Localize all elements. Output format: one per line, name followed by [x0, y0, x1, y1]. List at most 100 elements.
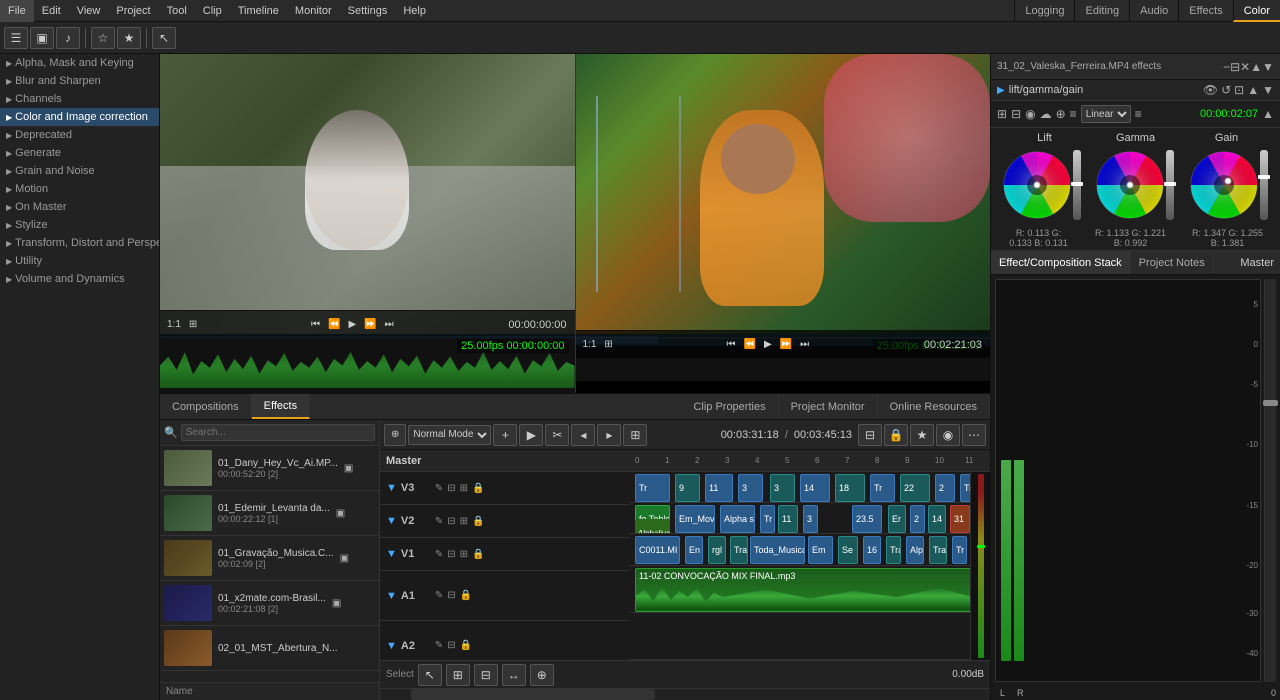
left-generate-item[interactable]: Generate — [0, 144, 159, 162]
v1-solo[interactable]: 🔒 — [472, 549, 484, 560]
tl-select-btn[interactable]: ↖ — [418, 664, 442, 686]
clip-v2-alpha[interactable]: Alphalive — [635, 519, 670, 534]
effect-eye-icon[interactable]: 👁 — [1203, 83, 1218, 97]
tl-btn-in[interactable]: ◂ — [571, 424, 595, 446]
a2-expand[interactable]: ▼ — [386, 640, 397, 652]
tab-project-monitor[interactable]: Project Monitor — [779, 394, 878, 419]
h-scrollbar[interactable] — [380, 688, 990, 700]
workspace-logging[interactable]: Logging — [1014, 0, 1074, 22]
prev-right-prev[interactable]: ⏪ — [741, 337, 759, 352]
menu-timeline[interactable]: Timeline — [230, 0, 287, 22]
clip-v1-em[interactable]: Em — [808, 536, 833, 564]
tl-btn-cut[interactable]: ✂ — [545, 424, 569, 446]
left-alpha-item[interactable]: Alpha, Mask and Keying — [0, 54, 159, 72]
effects-close-icon[interactable]: ✕ — [1240, 60, 1250, 74]
toolbar-monitor-btn[interactable]: ▣ — [30, 27, 54, 49]
tab-clip-monitor[interactable]: Clip Properties — [681, 394, 778, 419]
prev-left-play[interactable]: ▶ — [345, 317, 359, 332]
clip-item-2[interactable]: 01_Edemir_Levanta da... 00:00:22:12 [1] … — [160, 491, 379, 536]
v1-mute[interactable]: ⊞ — [460, 549, 468, 560]
clip-v1-c0011[interactable]: C0011.MI Fade in — [635, 536, 680, 564]
tl-btn-star[interactable]: ★ — [910, 424, 934, 446]
effect-up-icon[interactable]: ▲ — [1247, 83, 1259, 97]
clip-v1-tra[interactable]: Tra — [730, 536, 748, 564]
clip-v2-er[interactable]: Er — [888, 505, 906, 533]
clip-v1-se[interactable]: Se — [838, 536, 858, 564]
ec-tab-notes[interactable]: Project Notes — [1131, 251, 1214, 274]
clip-a1-main[interactable]: 11-02 CONVOCAÇÃO MIX FINAL.mp3 — [635, 568, 970, 612]
clip-v3-11[interactable]: Tr — [960, 474, 970, 502]
workspace-color[interactable]: Color — [1233, 0, 1280, 22]
left-blur-item[interactable]: Blur and Sharpen — [0, 72, 159, 90]
prev-left-skip-end[interactable]: ⏭ — [382, 317, 397, 332]
left-stylize-item[interactable]: Stylize — [0, 216, 159, 234]
clip-v1-alp[interactable]: Alp — [906, 536, 924, 564]
clip-item-4[interactable]: 01_x2mate.com-Brasil... 00:02:21:08 [2] … — [160, 581, 379, 626]
prev-right-ratio[interactable]: 1:1 — [580, 337, 600, 352]
track-v2-row[interactable]: fe Tehle Alphalive Em_Movime Alpha strob… — [630, 503, 970, 534]
effect-reset-icon[interactable]: ↺ — [1221, 83, 1231, 97]
clip-item-5[interactable]: 02_01_MST_Abertura_N... — [160, 626, 379, 671]
a1-mute[interactable]: ⊟ — [447, 590, 455, 601]
clip-v2-31[interactable]: 31 — [950, 505, 970, 533]
clip-v3-7[interactable]: 18 — [835, 474, 865, 502]
menu-clip[interactable]: Clip — [195, 0, 230, 22]
menu-project[interactable]: Project — [108, 0, 158, 22]
tl-normal-mode[interactable]: ⊕ — [384, 424, 406, 446]
v2-mute[interactable]: ⊞ — [460, 516, 468, 527]
prev-left-skip-start[interactable]: ⏮ — [308, 317, 323, 332]
a2-solo[interactable]: 🔒 — [460, 640, 472, 651]
toolbar-menu-btn[interactable]: ☰ — [4, 27, 28, 49]
left-channels-item[interactable]: Channels — [0, 90, 159, 108]
a1-expand[interactable]: ▼ — [386, 590, 397, 602]
v2-eye[interactable]: ⊟ — [447, 516, 455, 527]
tab-online-resources[interactable]: Online Resources — [878, 394, 990, 419]
track-v3-row[interactable]: Tr 9 11 3 3 14 18 Tr 22 2 Tr — [630, 472, 970, 503]
clip-v3-5[interactable]: 3 — [770, 474, 795, 502]
v3-mute[interactable]: ⊞ — [460, 483, 468, 494]
clip-v1-en[interactable]: En — [685, 536, 703, 564]
a1-lock[interactable]: ✎ — [435, 590, 443, 601]
tl-btn-out[interactable]: ▸ — [597, 424, 621, 446]
menu-tool[interactable]: Tool — [159, 0, 195, 22]
track-a2-row[interactable] — [630, 613, 970, 660]
clip-item-1[interactable]: 01_Dany_Hey_Vc_Ai.MP... 00:00:52:20 [2] … — [160, 446, 379, 491]
toolbar-star-filled-btn[interactable]: ★ — [117, 27, 141, 49]
v2-lock[interactable]: ✎ — [435, 516, 443, 527]
v1-eye[interactable]: ⊟ — [447, 549, 455, 560]
tl-slide-btn[interactable]: ↔ — [502, 664, 526, 686]
prev-right-btn1[interactable]: ⊞ — [601, 337, 615, 352]
tl-ripple-btn[interactable]: ⊞ — [446, 664, 470, 686]
a2-lock[interactable]: ✎ — [435, 640, 443, 651]
clip-v1-tra2[interactable]: Tra — [886, 536, 901, 564]
menu-help[interactable]: Help — [395, 0, 434, 22]
tab-compositions[interactable]: Compositions — [160, 394, 252, 419]
prev-left-btn1[interactable]: ⊞ — [186, 317, 200, 332]
left-volume-item[interactable]: Volume and Dynamics — [0, 270, 159, 288]
clip-v2-tr[interactable]: Tr — [760, 505, 775, 533]
tl-btn-more[interactable]: ⋯ — [962, 424, 986, 446]
tl-btn-grid[interactable]: ⊟ — [858, 424, 882, 446]
effects-grid-icon[interactable]: ⊟ — [1230, 60, 1240, 74]
left-deprecated-item[interactable]: Deprecated — [0, 126, 159, 144]
gain-slider[interactable] — [1260, 150, 1268, 220]
menu-file[interactable]: File — [0, 0, 34, 22]
v3-expand[interactable]: ▼ — [386, 482, 397, 494]
toolbar-star-btn[interactable]: ☆ — [91, 27, 115, 49]
prev-right-skip-start[interactable]: ⏮ — [724, 337, 739, 352]
clip-v1-16[interactable]: 16 — [863, 536, 881, 564]
timing-icon3[interactable]: ◉ — [1025, 107, 1035, 121]
effects-minimize-icon[interactable]: − — [1223, 60, 1230, 74]
timing-icon5[interactable]: ⊕ — [1056, 107, 1066, 121]
gamma-slider[interactable] — [1166, 150, 1174, 220]
effects-down-icon[interactable]: ▼ — [1262, 60, 1274, 74]
left-utility-item[interactable]: Utility — [0, 252, 159, 270]
prev-right-skip-end[interactable]: ⏭ — [797, 337, 812, 352]
v1-lock[interactable]: ✎ — [435, 549, 443, 560]
menu-view[interactable]: View — [69, 0, 109, 22]
clip-v2-14[interactable]: 14 — [928, 505, 946, 533]
left-grain-item[interactable]: Grain and Noise — [0, 162, 159, 180]
v1-expand[interactable]: ▼ — [386, 548, 397, 560]
toolbar-cursor-btn[interactable]: ↖ — [152, 27, 176, 49]
lift-wheel[interactable] — [1003, 151, 1071, 219]
